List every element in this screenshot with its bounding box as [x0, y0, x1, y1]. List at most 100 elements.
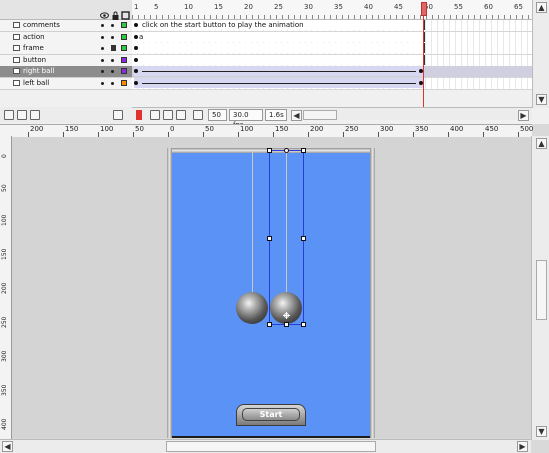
current-frame-field[interactable]: 50	[208, 109, 227, 121]
stage-hscroll-thumb[interactable]	[166, 441, 376, 452]
outline-color-icon[interactable]	[121, 33, 127, 40]
outline-color-icon[interactable]	[121, 45, 127, 51]
outline-color-icon[interactable]	[121, 68, 127, 74]
timeline-vertical-scrollbar[interactable]: ▲ ▼	[532, 0, 549, 108]
keyframe[interactable]	[134, 57, 138, 62]
timeline-hscroll-thumb[interactable]	[303, 110, 337, 120]
lock-dot[interactable]	[111, 58, 114, 62]
stage-horizontal-scrollbar[interactable]: ◀ ▶	[0, 439, 531, 453]
ruler-label: 0	[170, 125, 175, 133]
layer-row[interactable]: comments	[0, 20, 132, 32]
frame-row[interactable]	[132, 54, 532, 67]
transform-handle[interactable]	[301, 322, 306, 327]
scroll-left-icon[interactable]: ◀	[291, 110, 302, 121]
playhead[interactable]	[421, 0, 427, 108]
playhead-handle[interactable]	[421, 2, 427, 16]
outline-color-icon[interactable]	[121, 79, 127, 86]
elapsed-time-field[interactable]: 1.6s	[265, 109, 287, 121]
eye-icon[interactable]	[100, 5, 109, 19]
frame-tick	[270, 15, 271, 19]
visibility-dot[interactable]	[101, 35, 104, 39]
layer-name[interactable]: frame	[23, 43, 44, 54]
scroll-left-icon[interactable]: ◀	[2, 441, 13, 452]
frame-number-ruler[interactable]: 1 5 10 15 20 25 30 35 40 45 50 55 60 65	[132, 0, 532, 20]
transform-handle[interactable]	[267, 236, 272, 241]
edit-multiple-frames-icon[interactable]	[176, 110, 186, 120]
layer-row[interactable]: button	[0, 54, 132, 67]
layer-row[interactable]: right ball	[0, 66, 132, 78]
left-ball[interactable]	[236, 292, 268, 324]
scroll-down-icon[interactable]: ▼	[536, 426, 547, 437]
stage[interactable]	[167, 148, 375, 438]
keyframe[interactable]	[134, 80, 138, 85]
visibility-dot[interactable]	[101, 58, 104, 62]
stage-vscroll-thumb[interactable]	[536, 260, 547, 320]
layers-header	[0, 0, 132, 20]
frame-row[interactable]	[132, 66, 532, 78]
lock-dot[interactable]	[111, 81, 114, 85]
visibility-dot[interactable]	[101, 47, 104, 50]
lock-dot[interactable]	[111, 24, 114, 27]
start-button[interactable]: Start	[242, 408, 300, 421]
motion-tween[interactable]	[134, 66, 424, 76]
outline-color-icon[interactable]	[121, 22, 127, 28]
transform-handle[interactable]	[267, 322, 272, 327]
outline-color-icon[interactable]	[121, 56, 127, 63]
frame-span[interactable]	[132, 31, 425, 42]
frame-row[interactable]	[132, 43, 532, 55]
keyframe[interactable]	[134, 23, 138, 27]
transform-handle[interactable]	[301, 148, 306, 153]
scroll-down-icon[interactable]: ▼	[536, 94, 547, 105]
transform-center-point[interactable]	[284, 148, 289, 153]
frame-row[interactable]: a	[132, 31, 532, 44]
outline-icon[interactable]	[121, 5, 130, 20]
frame-row[interactable]	[132, 77, 532, 90]
transform-handle[interactable]	[301, 236, 306, 241]
center-frame-icon[interactable]	[136, 110, 142, 120]
frame-row[interactable]: click on the start button to play the an…	[132, 20, 532, 32]
layer-name[interactable]: button	[23, 55, 46, 66]
transform-handle[interactable]	[267, 148, 272, 153]
frame-rate-field[interactable]: 30.0 fps	[229, 109, 263, 129]
insert-folder-icon[interactable]	[30, 110, 40, 120]
scroll-right-icon[interactable]: ▶	[518, 110, 529, 121]
layer-name[interactable]: right ball	[23, 66, 54, 77]
lock-icon[interactable]	[111, 45, 116, 51]
frame-tick	[312, 15, 313, 19]
add-motion-guide-icon[interactable]	[17, 110, 27, 120]
insert-layer-icon[interactable]	[4, 110, 14, 120]
modify-onion-markers-icon[interactable]	[193, 110, 203, 120]
keyframe[interactable]	[134, 34, 138, 39]
visibility-dot[interactable]	[101, 70, 104, 73]
layer-name[interactable]: comments	[23, 20, 60, 31]
keyframe[interactable]	[134, 69, 138, 73]
motion-tween[interactable]	[134, 77, 424, 88]
frame-number-label: 45	[394, 3, 403, 11]
lock-icon[interactable]	[111, 5, 120, 20]
onion-skin-outlines-icon[interactable]	[163, 110, 173, 120]
frame-span[interactable]	[132, 43, 425, 53]
scroll-up-icon[interactable]: ▲	[536, 138, 547, 149]
stage-vertical-scrollbar[interactable]: ▲ ▼	[531, 136, 549, 440]
visibility-dot[interactable]	[101, 81, 104, 85]
layer-row[interactable]: action	[0, 31, 132, 44]
onion-skin-icon[interactable]	[150, 110, 160, 120]
trash-icon[interactable]	[113, 110, 123, 120]
layer-row[interactable]: left ball	[0, 77, 132, 90]
ruler-label: 50	[135, 125, 144, 133]
lock-dot[interactable]	[111, 70, 114, 73]
frame-tick	[156, 15, 157, 19]
frame-number-label: 40	[364, 3, 373, 11]
lock-dot[interactable]	[111, 35, 114, 39]
layer-name[interactable]: left ball	[23, 78, 49, 89]
frame-span[interactable]	[132, 54, 425, 65]
layer-row[interactable]: frame	[0, 43, 132, 55]
scroll-up-icon[interactable]: ▲	[536, 2, 547, 13]
visibility-dot[interactable]	[101, 24, 104, 27]
frame-tick	[474, 15, 475, 19]
layer-name[interactable]: action	[23, 32, 45, 43]
scroll-right-icon[interactable]: ▶	[517, 441, 528, 452]
ruler-label: 200	[1, 282, 8, 294]
transform-handle[interactable]	[284, 322, 289, 327]
keyframe[interactable]	[134, 46, 138, 50]
